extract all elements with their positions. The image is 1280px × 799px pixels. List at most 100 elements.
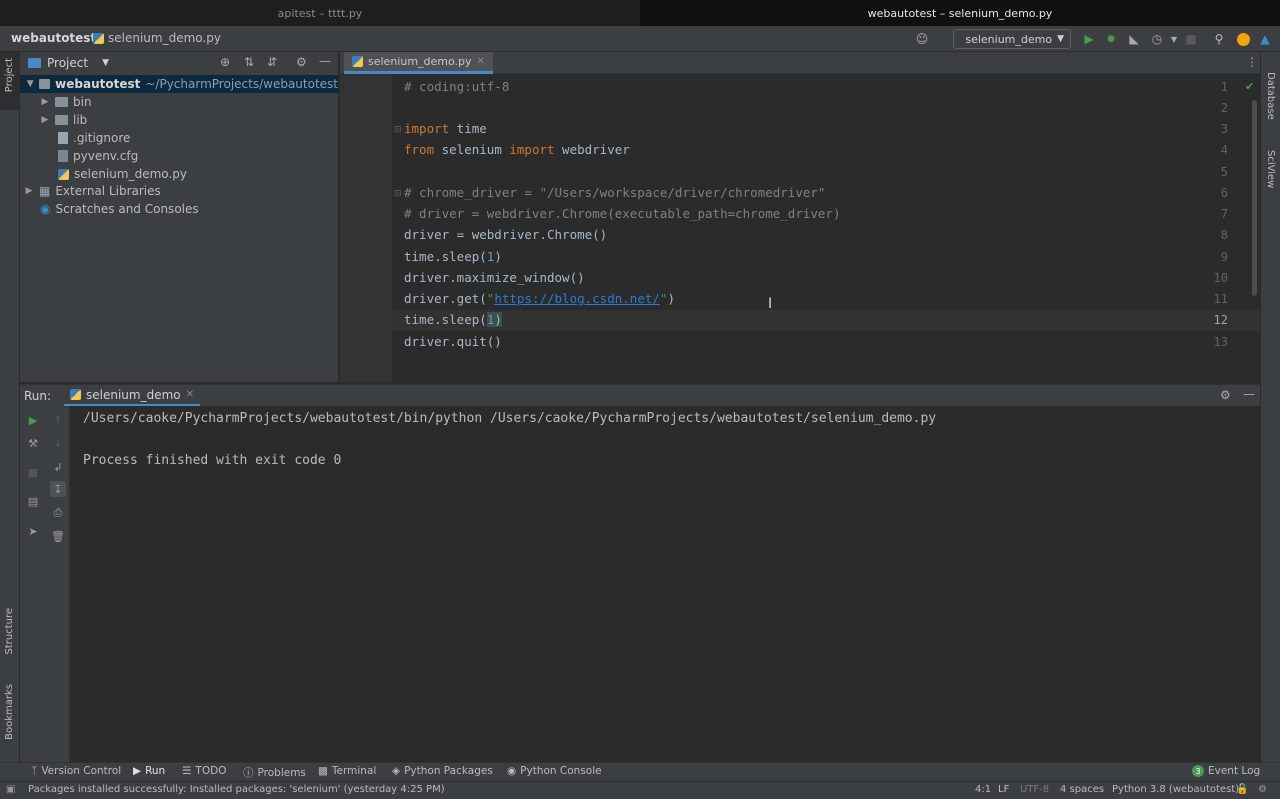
status-toggle-icon[interactable]: ▣ [6, 784, 15, 795]
stop-icon[interactable]: ■ [25, 464, 41, 480]
code-line-1: # coding:utf-8 [404, 79, 510, 94]
debug-icon[interactable]: ✹ [1103, 31, 1119, 47]
tree-item-bin[interactable]: ▶ bin [40, 93, 92, 111]
line-number: 9 [1220, 250, 1228, 264]
line-number-current: 12 [1213, 313, 1228, 327]
breadcrumb-project[interactable]: webautotest [11, 31, 96, 45]
folder-icon [55, 97, 68, 107]
close-icon[interactable]: ✕ [186, 389, 194, 400]
breadcrumb-file[interactable]: selenium_demo.py [108, 31, 221, 45]
run-tab-selenium-demo[interactable]: selenium_demo ✕ [64, 385, 201, 407]
code-url[interactable]: https://blog.csdn.net/ [494, 291, 660, 306]
root-path: ~/PycharmProjects/webautotest [145, 77, 338, 91]
tool-tab-problems[interactable]: ⓘ Problems [243, 765, 306, 780]
file-icon [58, 132, 68, 144]
print-icon[interactable]: ⎙ [50, 505, 66, 521]
structure-tool-button[interactable]: Structure [4, 608, 15, 655]
keyword-import: import [404, 121, 450, 136]
tree-item-label: External Libraries [55, 184, 161, 198]
tree-item-scratches[interactable]: ◉ Scratches and Consoles [40, 200, 199, 218]
status-bar: ▣ Packages installed successfully: Insta… [0, 781, 1280, 799]
status-indent[interactable]: 4 spaces [1060, 784, 1104, 795]
editor-scrollbar[interactable] [1252, 100, 1257, 296]
run-config-label: selenium_demo [965, 32, 1053, 46]
expand-all-icon[interactable]: ⇅ [244, 55, 254, 69]
layout-icon[interactable]: ▤ [25, 493, 41, 509]
editor-tab-selenium-demo[interactable]: selenium_demo.py ✕ [344, 52, 493, 74]
tree-item-lib[interactable]: ▶ lib [40, 111, 88, 129]
window-tab-webautotest[interactable]: webautotest – selenium_demo.py [640, 0, 1280, 26]
user-icon[interactable]: ☺ [914, 31, 930, 47]
tool-tab-event-log[interactable]: 3 Event Log [1192, 765, 1260, 777]
rerun-icon[interactable]: ▶ [25, 412, 41, 428]
tree-item-gitignore[interactable]: .gitignore [58, 129, 130, 147]
arrow-up-icon[interactable]: ↑ [50, 412, 66, 428]
profile-icon[interactable]: ◷ [1149, 31, 1165, 47]
tree-item-pyvenv[interactable]: pyvenv.cfg [58, 147, 138, 165]
window-tab-apitest[interactable]: apitest – tttt.py [0, 0, 640, 26]
status-interpreter[interactable]: Python 3.8 (webautotest) [1112, 784, 1239, 795]
tree-item-root[interactable]: ▼ webautotest ~/PycharmProjects/webautot… [20, 75, 338, 93]
event-count-badge: 3 [1192, 765, 1204, 777]
code-line-3: import time [404, 121, 487, 136]
tool-tab-terminal[interactable]: ▩ Terminal [318, 765, 376, 777]
status-message[interactable]: Packages installed successfully: Install… [28, 784, 445, 795]
line-number: 5 [1220, 165, 1228, 179]
hide-panel-icon[interactable]: — [319, 54, 331, 68]
tree-item-label: .gitignore [73, 131, 131, 145]
coverage-icon[interactable]: ◣ [1126, 31, 1142, 47]
tool-tab-python-packages[interactable]: ◈ Python Packages [392, 765, 493, 777]
run-configuration-select[interactable]: selenium_demo ▼ [953, 29, 1071, 49]
text-cursor-icon: I [768, 296, 773, 312]
tree-item-label: Scratches and Consoles [55, 202, 199, 216]
arrow-down-icon[interactable]: ↓ [50, 435, 66, 451]
collapse-all-icon[interactable]: ⇵ [267, 55, 277, 69]
gear-icon[interactable]: ⚙ [1220, 388, 1231, 402]
status-caret-position[interactable]: 4:1 [975, 784, 991, 795]
tool-tab-python-console[interactable]: ◉ Python Console [507, 765, 602, 777]
run-icon[interactable]: ▶ [1081, 31, 1097, 47]
inspection-icon[interactable]: ⚙ [1258, 784, 1267, 795]
sciview-tool-button[interactable]: SciView [1265, 150, 1276, 188]
fold-icon[interactable]: ⊟ [394, 125, 402, 135]
soft-wrap-icon[interactable]: ↲ [50, 459, 66, 475]
scroll-to-end-icon[interactable]: ↧ [50, 481, 66, 497]
library-icon: ▦ [39, 184, 51, 198]
tree-item-label: lib [73, 113, 88, 127]
project-tool-button[interactable]: Project [4, 58, 15, 92]
gear-icon[interactable]: ⚙ [296, 55, 307, 69]
close-icon[interactable]: ✕ [477, 56, 485, 67]
more-run-chevron-icon[interactable]: ▼ [1166, 31, 1182, 47]
project-panel-title[interactable]: Project [47, 56, 88, 70]
status-encoding[interactable]: UTF-8 [1020, 784, 1049, 795]
tree-item-selenium-demo[interactable]: selenium_demo.py [58, 165, 187, 183]
pin-icon[interactable]: ➤ [25, 523, 41, 539]
scratches-icon: ◉ [40, 202, 51, 216]
trash-icon[interactable]: 🗑 [50, 528, 66, 544]
tree-item-external-libraries[interactable]: ▶ ▦ External Libraries [24, 182, 161, 200]
database-tool-button[interactable]: Database [1265, 72, 1276, 120]
code-line-7: # driver = webdriver.Chrome(executable_p… [404, 206, 841, 221]
tool-tab-todo[interactable]: ☰ TODO [182, 765, 226, 777]
fold-icon[interactable]: ⊟ [394, 189, 402, 199]
update-icon[interactable] [1235, 31, 1251, 47]
run-console[interactable]: ▶ ⚒ ■ ▤ ➤ ↑ ↓ ↲ ↧ ⎙ 🗑 /Users/caoke/Pycha… [20, 406, 1260, 762]
tool-tab-version-control[interactable]: ᛉ Version Control [31, 765, 121, 777]
lock-icon[interactable]: 🔓 [1236, 784, 1248, 795]
search-icon[interactable]: ⚲ [1211, 31, 1227, 47]
tool-tab-run[interactable]: ▶ Run [133, 765, 165, 777]
stop-icon[interactable]: ■ [1183, 31, 1199, 47]
more-icon[interactable]: ⋮ [1246, 55, 1258, 69]
chevron-down-icon[interactable]: ▼ [102, 58, 109, 68]
hide-panel-icon[interactable]: — [1243, 387, 1255, 401]
code-editor[interactable]: 1 2 3 4 5 6 7 8 9 10 11 12 13 ⊟ ⊟ ✔ # co… [340, 74, 1260, 382]
tree-item-label: pyvenv.cfg [73, 149, 139, 163]
jetbrains-icon[interactable]: ▲ [1257, 31, 1273, 47]
status-line-separator[interactable]: LF [998, 784, 1009, 795]
root-name: webautotest [55, 77, 141, 91]
locate-icon[interactable]: ⊕ [220, 55, 230, 69]
wrench-icon[interactable]: ⚒ [25, 435, 41, 451]
bookmarks-tool-button[interactable]: Bookmarks [4, 684, 15, 740]
line-number: 13 [1213, 335, 1228, 349]
inspection-ok-icon[interactable]: ✔ [1245, 80, 1254, 93]
